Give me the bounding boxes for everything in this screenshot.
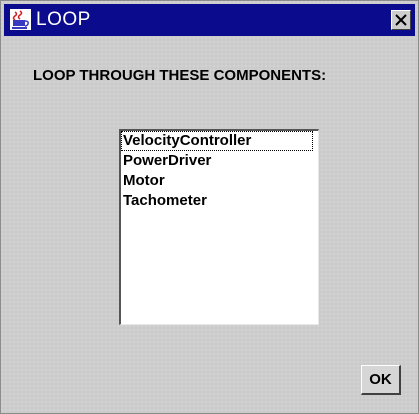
list-item-tachometer[interactable]: Tachometer [121, 191, 318, 211]
dialog-prompt: LOOP THROUGH THESE COMPONENTS: [33, 67, 327, 84]
close-button[interactable] [391, 10, 411, 30]
ok-button[interactable]: OK [361, 365, 401, 395]
title-bar[interactable]: LOOP [4, 4, 415, 36]
components-listbox[interactable]: VelocityController PowerDriver Motor Tac… [119, 129, 319, 325]
list-item-motor[interactable]: Motor [121, 171, 318, 191]
close-icon [395, 14, 407, 26]
list-item-velocitycontroller[interactable]: VelocityController [121, 131, 313, 151]
list-item-powerdriver[interactable]: PowerDriver [121, 151, 318, 171]
java-coffee-cup-icon [10, 9, 31, 30]
loop-dialog-window: LOOP LOOP THROUGH THESE COMPONENTS: Velo… [0, 0, 419, 414]
window-title: LOOP [36, 9, 91, 30]
